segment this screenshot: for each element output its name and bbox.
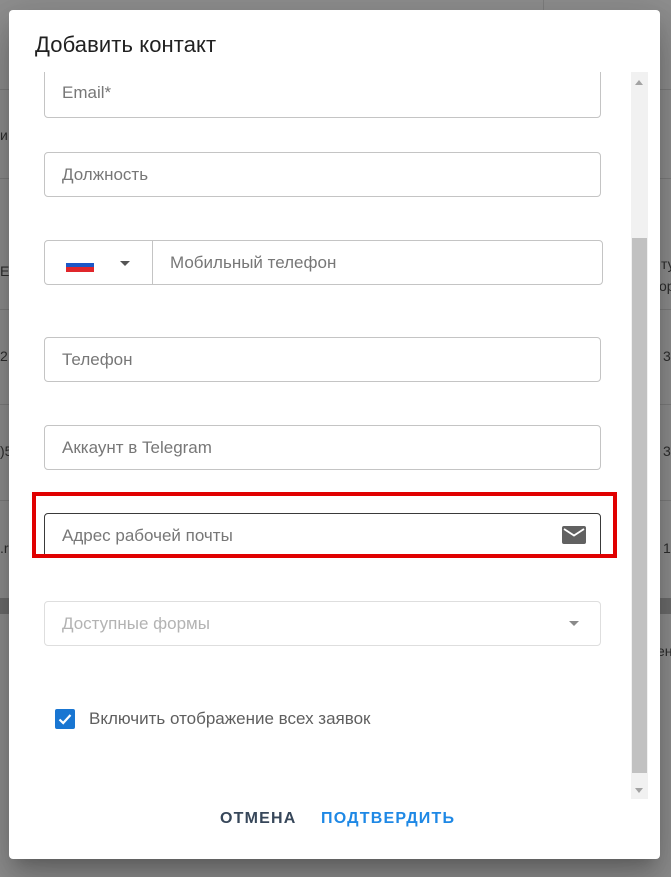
russia-flag-icon <box>66 258 94 272</box>
available-forms-select[interactable] <box>44 601 601 646</box>
chevron-down-icon <box>120 261 130 266</box>
scroll-thumb[interactable] <box>632 238 647 773</box>
work-email-input[interactable] <box>45 514 600 557</box>
position-field[interactable] <box>44 152 601 197</box>
chevron-down-icon <box>569 621 579 626</box>
dialog-scrollbar[interactable] <box>631 72 648 799</box>
telegram-field[interactable] <box>44 425 601 470</box>
mobile-phone-input-wrap[interactable] <box>152 240 603 285</box>
bg-text: ор <box>659 278 671 294</box>
bg-text: 1 <box>663 540 671 556</box>
telegram-input[interactable] <box>45 426 600 469</box>
show-all-requests-label: Включить отображение всех заявок <box>89 709 371 728</box>
scroll-down-arrow-icon[interactable] <box>635 788 643 793</box>
email-input[interactable] <box>45 72 600 117</box>
mobile-phone-input[interactable] <box>153 241 602 284</box>
bg-text: и <box>0 127 8 143</box>
dialog-title: Добавить контакт <box>35 32 217 57</box>
bg-text: ту <box>661 256 671 272</box>
confirm-button[interactable]: ПОДТВЕРДИТЬ <box>321 810 455 828</box>
phone-field[interactable] <box>44 337 601 382</box>
dialog-content: Включить отображение всех заявок <box>9 72 633 790</box>
bg-text: .r <box>0 540 9 556</box>
position-input[interactable] <box>45 153 600 196</box>
scroll-up-arrow-icon[interactable] <box>635 80 643 85</box>
mobile-phone-field <box>44 240 603 285</box>
email-field[interactable] <box>44 72 601 118</box>
bg-text: 3 <box>663 348 671 364</box>
work-email-field[interactable] <box>44 513 601 558</box>
bg-text: 3 <box>663 443 671 459</box>
show-all-requests-checkbox[interactable] <box>55 709 75 729</box>
check-icon <box>58 714 72 725</box>
bg-text: 2 <box>0 348 8 364</box>
mail-icon <box>562 526 586 544</box>
add-contact-dialog: Добавить контакт Email* Должность Мобиль… <box>9 10 660 859</box>
country-selector[interactable] <box>44 240 153 285</box>
available-forms-input[interactable] <box>45 602 600 645</box>
phone-input[interactable] <box>45 338 600 381</box>
cancel-button[interactable]: ОТМЕНА <box>220 810 297 828</box>
